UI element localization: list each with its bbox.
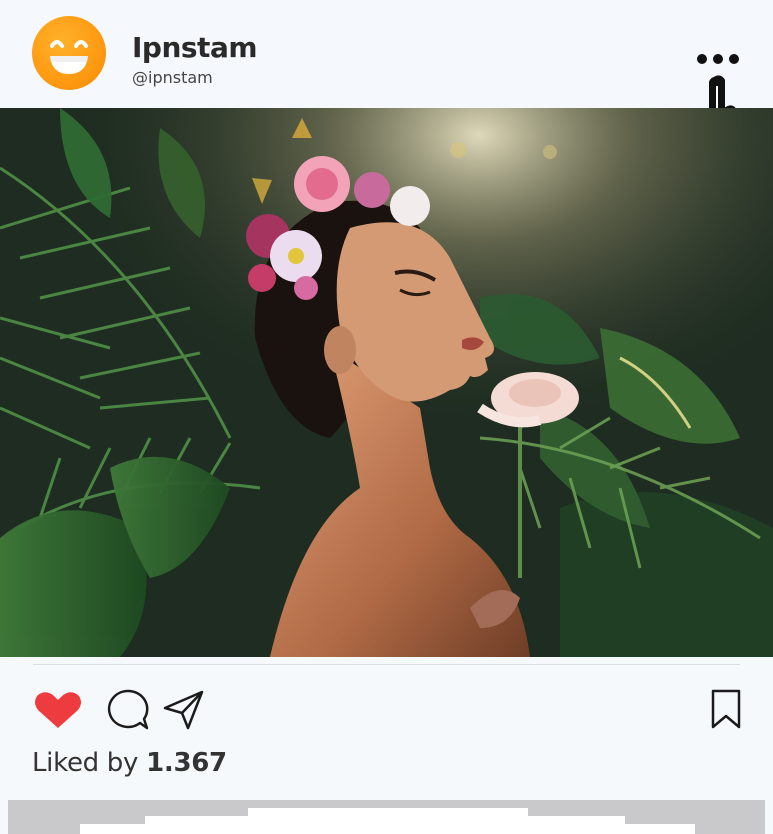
post-card: Ipnstam @ipnstam Liked by 1.367 [0, 0, 773, 834]
grinning-face-icon [50, 40, 88, 74]
heart-icon[interactable] [32, 690, 84, 730]
likes-prefix: Liked by [32, 748, 139, 778]
likes-number[interactable]: 1.367 [146, 748, 227, 778]
post-header: Ipnstam @ipnstam [0, 0, 773, 163]
post-photo[interactable] [0, 108, 773, 657]
avatar[interactable] [32, 16, 106, 90]
username[interactable]: Ipnstam [132, 31, 258, 64]
comment-icon[interactable] [104, 688, 150, 732]
bookmark-icon[interactable] [710, 688, 742, 730]
likes-count: Liked by 1.367 [32, 748, 227, 778]
more-options-icon[interactable] [693, 52, 745, 68]
divider [33, 664, 740, 665]
paper-plane-icon[interactable] [162, 688, 206, 732]
action-bar [0, 670, 773, 750]
user-handle: @ipnstam [132, 68, 213, 87]
